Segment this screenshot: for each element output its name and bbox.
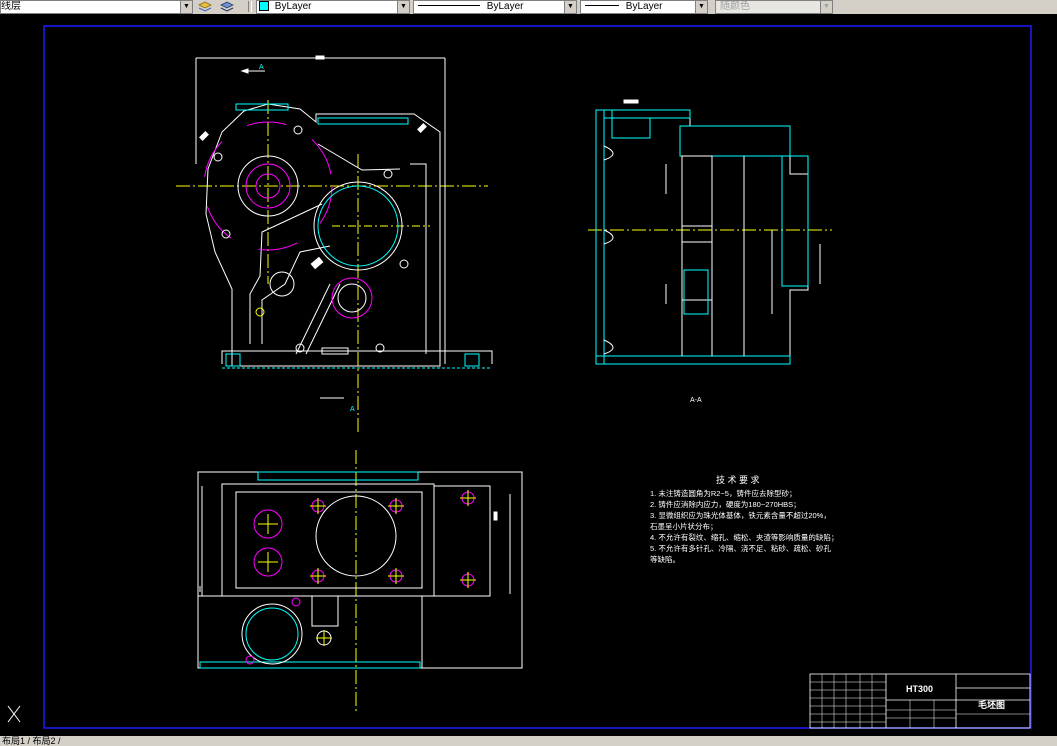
color-combo[interactable]: ByLayer ▼: [256, 0, 410, 14]
rib-section: [311, 596, 339, 627]
chevron-down-icon: ▼: [820, 1, 832, 13]
aux-bore: [269, 271, 295, 297]
bolt-hole: [383, 169, 393, 179]
chevron-down-icon[interactable]: ▼: [180, 1, 192, 13]
wall-hatch: [603, 109, 691, 119]
top-hatch: [257, 471, 419, 481]
top-hatch: [317, 117, 409, 125]
tech-item-3b: 石墨呈小片状分布；: [650, 521, 718, 531]
dimension-text: [199, 131, 209, 141]
small-bore-inner: [337, 283, 367, 313]
base-hatch: [464, 353, 480, 367]
blind-hole: [603, 145, 614, 161]
base-hatch: [225, 353, 241, 367]
inner-wall: [317, 143, 401, 171]
title-material: HT300: [906, 684, 933, 694]
bolt-hole: [291, 597, 301, 607]
blind-hole: [603, 229, 614, 245]
title-block: HT300 毛坯图: [809, 673, 1031, 729]
section-outline: [595, 109, 809, 365]
tech-title: 技 术 要 求: [716, 474, 760, 485]
dimension-text: [315, 55, 325, 60]
layer-combo-value: 线层: [1, 1, 21, 12]
title-part-name: 毛坯图: [978, 699, 1005, 710]
top-flange: [221, 483, 435, 597]
boss-hatch: [611, 110, 651, 139]
bolt-hole: [213, 152, 223, 162]
tech-item-2: 2. 铸件应消除内应力，硬度为180~270HBS；: [650, 499, 801, 509]
lower-bore: [241, 603, 303, 665]
ucs-icon: [7, 705, 21, 723]
inner-wall: [410, 163, 427, 354]
wall-hatch: [595, 109, 605, 365]
linetype-combo-value: ByLayer: [486, 1, 524, 12]
drawing-canvas[interactable]: A A A-A 技 术 要 求 1. 未注铸造圆角为R2~5，铸件应去除型砂； …: [0, 14, 1057, 736]
layer-state-icon[interactable]: [198, 1, 212, 12]
center-marks: [258, 490, 476, 646]
tech-item-4: 4. 不允许有裂纹、缩孔、缩松、夹渣等影响质量的缺陷；: [650, 532, 838, 542]
section-view-label: A-A: [690, 397, 702, 404]
bearing-hatch: [683, 269, 709, 315]
section-label-bottom: A: [350, 406, 355, 413]
lineweight-combo[interactable]: ByLayer ▼: [580, 0, 708, 14]
rib: [305, 283, 341, 355]
linetype-combo[interactable]: ByLayer ▼: [413, 0, 577, 14]
color-swatch: [259, 1, 269, 11]
tech-item-5: 5. 不允许有多针孔、冷隔、浇不足、粘砂、疏松、砂孔: [650, 543, 831, 553]
toolbar-separator: [248, 1, 252, 12]
layer-previous-icon[interactable]: [220, 1, 234, 12]
layout-tabs[interactable]: 布局1 / 布局2 /: [2, 736, 61, 746]
color-combo-value: ByLayer: [274, 1, 312, 13]
lineweight-preview: [585, 4, 619, 6]
dimension-text: [417, 123, 427, 133]
bolt-hole: [293, 125, 303, 135]
section-label-top: A: [259, 64, 264, 71]
lineweight-combo-value: ByLayer: [625, 1, 663, 12]
front-view: A A: [176, 55, 493, 434]
top-view: [197, 450, 523, 714]
chevron-down-icon[interactable]: ▼: [397, 1, 409, 13]
plotstyle-combo-value: 随颜色: [720, 1, 750, 12]
bottom-hatch: [199, 661, 421, 669]
dimension-text: [310, 256, 324, 270]
rib: [295, 283, 331, 355]
tech-item-3: 3. 显微组织应为珠光体基体，铁元素含量不超过20%，: [650, 510, 831, 520]
lower-body: [197, 595, 423, 669]
dimension-text: [623, 99, 639, 104]
bolt-hole: [399, 259, 409, 269]
cad-drawing: A A A-A 技 术 要 求 1. 未注铸造圆角为R2~5，铸件应去除型砂； …: [7, 25, 1032, 729]
dimension-text: [493, 511, 498, 521]
layer-combo[interactable]: 线层 ▼: [0, 0, 193, 14]
top-hatch: [235, 103, 289, 111]
top-wall-hatch: [679, 125, 791, 157]
bolt-hole: [255, 307, 265, 317]
lower-bore-inner: [245, 607, 299, 661]
chevron-down-icon[interactable]: ▼: [695, 1, 707, 13]
section-arrow-head: [240, 68, 249, 74]
linetype-preview: [418, 4, 480, 6]
layout-tabs-bar: 布局1 / 布局2 /: [0, 736, 1057, 746]
section-view: A-A: [588, 99, 832, 404]
right-wall-hatch: [781, 155, 809, 287]
technical-requirements: 技 术 要 求 1. 未注铸造圆角为R2~5，铸件应去除型砂； 2. 铸件应消除…: [650, 474, 838, 564]
sheet-border: [43, 25, 1032, 729]
base-flange: [221, 350, 493, 364]
wall-hatch: [595, 355, 791, 365]
blind-hole: [603, 339, 614, 355]
chevron-down-icon[interactable]: ▼: [564, 1, 576, 13]
tech-item-1: 1. 未注铸造圆角为R2~5，铸件应去除型砂；: [650, 488, 796, 498]
tech-item-5b: 等缺陷。: [650, 554, 680, 564]
bolt-hole: [245, 655, 255, 665]
plotstyle-combo: 随颜色 ▼: [715, 0, 833, 14]
properties-toolbar: 线层 ▼ ByLayer ▼ ByLayer ▼ ByLayer ▼ 随颜色 ▼: [0, 0, 1057, 15]
housing-outline: [205, 103, 441, 367]
bearing-seat: [681, 155, 713, 227]
